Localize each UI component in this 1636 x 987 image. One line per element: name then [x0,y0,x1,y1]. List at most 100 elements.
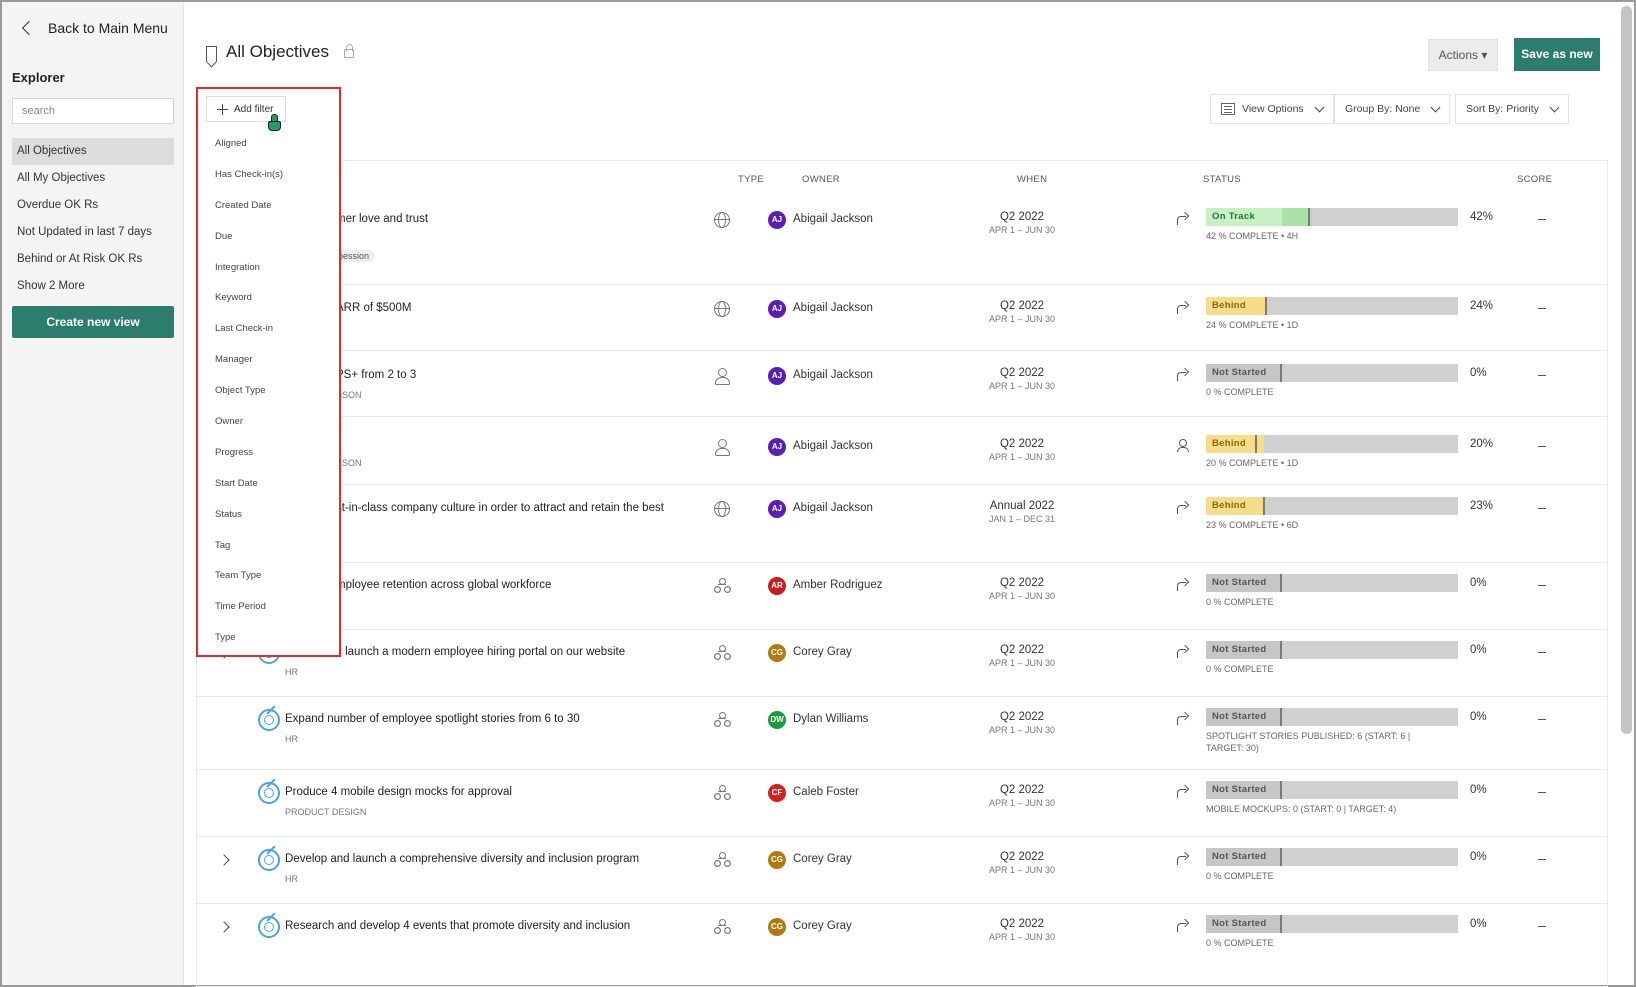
share-icon[interactable] [1176,368,1188,381]
table-row[interactable]: Research and develop 4 events that promo… [196,904,1608,987]
avatar[interactable]: DW [768,711,786,729]
owner-name[interactable]: Abigail Jackson [793,369,873,381]
objective-title[interactable]: ARR of $500M [336,302,411,314]
objective-title[interactable]: st-in-class company culture in order to … [336,502,664,514]
share-icon[interactable] [1176,212,1188,225]
column-header-status[interactable]: STATUS [1203,174,1241,185]
owner-name[interactable]: Abigail Jackson [793,213,873,225]
share-icon[interactable] [1176,501,1188,514]
nav-item-overdue[interactable]: Overdue OK Rs [12,192,174,219]
column-header-when[interactable]: WHEN [1017,174,1047,185]
objective-title[interactable]: mployee retention across global workforc… [336,579,551,591]
owner-name[interactable]: Corey Gray [793,920,852,932]
actions-button[interactable]: Actions ▾ [1428,39,1498,71]
bookmark-icon[interactable] [206,46,217,62]
avatar[interactable]: AJ [768,211,786,229]
table-row[interactable]: Produce 4 mobile design mocks for approv… [196,770,1608,837]
table-row[interactable]: Create and launch a modern employee hiri… [196,630,1608,697]
avatar[interactable]: AJ [768,500,786,518]
status-progress-bar[interactable]: Not Started [1206,708,1458,726]
filter-option[interactable]: Due [198,222,338,253]
objective-title[interactable]: Expand number of employee spotlight stor… [285,713,580,725]
share-icon[interactable] [1176,852,1188,865]
table-row[interactable]: KSON AJ Abigail Jackson Q2 2022 APR 1 – JUN … [196,417,1608,485]
filter-option[interactable]: Status [198,500,338,531]
filter-option[interactable]: Created Date [198,191,338,222]
owner-name[interactable]: Abigail Jackson [793,502,873,514]
status-progress-bar[interactable]: Not Started [1206,364,1458,382]
share-icon[interactable] [1176,578,1188,591]
sort-by-button[interactable]: Sort By: Priority [1455,94,1569,124]
objective-title[interactable]: Produce 4 mobile design mocks for approv… [285,786,512,798]
status-progress-bar[interactable]: On Track [1206,208,1458,226]
avatar[interactable]: AJ [768,438,786,456]
filter-option[interactable]: Integration [198,253,338,284]
status-progress-bar[interactable]: Not Started [1206,574,1458,592]
avatar[interactable]: CG [768,918,786,936]
nav-item-show-more[interactable]: Show 2 More [12,273,174,300]
filter-option[interactable]: Progress [198,438,338,469]
nav-item-not-updated[interactable]: Not Updated in last 7 days [12,219,174,246]
filter-option[interactable]: Keyword [198,283,338,314]
filter-option[interactable]: Team Type [198,561,338,592]
filter-option[interactable]: Type [198,623,338,654]
avatar[interactable]: CG [768,851,786,869]
avatar[interactable]: AJ [768,300,786,318]
filter-option[interactable]: Time Period [198,592,338,623]
filter-option[interactable]: Owner [198,407,338,438]
objective-title[interactable]: mer love and trust [336,213,428,225]
nav-item-all-objectives[interactable]: All Objectives [12,138,174,165]
status-progress-bar[interactable]: Behind [1206,297,1458,315]
table-row[interactable]: st-in-class company culture in order to … [196,485,1608,563]
filter-option[interactable]: Object Type [198,376,338,407]
column-header-score[interactable]: SCORE [1517,174,1552,185]
avatar[interactable]: CF [768,784,786,802]
avatar[interactable]: AJ [768,367,786,385]
table-row[interactable]: Develop and launch a comprehensive diver… [196,837,1608,904]
filter-option[interactable]: Manager [198,345,338,376]
table-row[interactable]: PS+ from 2 to 3 KSON AJ Abigail Jackson Q2 2… [196,351,1608,417]
search-input[interactable] [12,98,174,124]
objective-title[interactable]: Research and develop 4 events that promo… [285,920,630,932]
status-progress-bar[interactable]: Not Started [1206,781,1458,799]
column-header-owner[interactable]: OWNER [802,174,840,185]
column-header-type[interactable]: TYPE [738,174,764,185]
objective-title[interactable]: Develop and launch a comprehensive diver… [285,853,639,865]
status-progress-bar[interactable]: Not Started [1206,915,1458,933]
expand-chevron-icon[interactable] [218,921,230,933]
objective-title[interactable]: PS+ from 2 to 3 [336,369,416,381]
avatar[interactable]: AR [768,577,786,595]
nav-item-all-my-objectives[interactable]: All My Objectives [12,165,174,192]
status-progress-bar[interactable]: Behind [1206,497,1458,515]
status-progress-bar[interactable]: Behind [1206,435,1458,453]
owner-name[interactable]: Corey Gray [793,646,852,658]
vertical-scrollbar[interactable] [1621,6,1632,734]
owner-name[interactable]: Caleb Foster [793,786,859,798]
filter-option[interactable]: Aligned [198,129,338,160]
filter-option[interactable]: Has Check-in(s) [198,160,338,191]
filter-option[interactable]: Start Date [198,469,338,500]
table-row[interactable]: mployee retention across global workforc… [196,563,1608,630]
user-icon[interactable] [1176,439,1189,452]
owner-name[interactable]: Dylan Williams [793,713,868,725]
create-new-view-button[interactable]: Create new view [12,306,174,338]
table-row[interactable]: ARR of $500M AJ Abigail Jackson Q2 2022 APR … [196,285,1608,351]
status-progress-bar[interactable]: Not Started [1206,848,1458,866]
share-icon[interactable] [1176,645,1188,658]
save-as-new-button[interactable]: Save as new [1514,38,1600,71]
owner-name[interactable]: Abigail Jackson [793,440,873,452]
avatar[interactable]: CG [768,644,786,662]
table-row[interactable]: mer love and trust bession AJ Abigail Jacks… [196,186,1608,285]
expand-chevron-icon[interactable] [218,854,230,866]
status-progress-bar[interactable]: Not Started [1206,641,1458,659]
nav-item-behind-at-risk[interactable]: Behind or At Risk OK Rs [12,246,174,273]
filter-option[interactable]: Tag [198,531,338,562]
owner-name[interactable]: Amber Rodriguez [793,579,882,591]
back-to-main-menu-link[interactable]: Back to Main Menu [20,20,168,36]
owner-name[interactable]: Abigail Jackson [793,302,873,314]
table-row[interactable]: Expand number of employee spotlight stor… [196,697,1608,770]
filter-option[interactable]: Last Check-in [198,314,338,345]
view-options-button[interactable]: View Options [1210,94,1334,124]
share-icon[interactable] [1176,712,1188,725]
share-icon[interactable] [1176,785,1188,798]
